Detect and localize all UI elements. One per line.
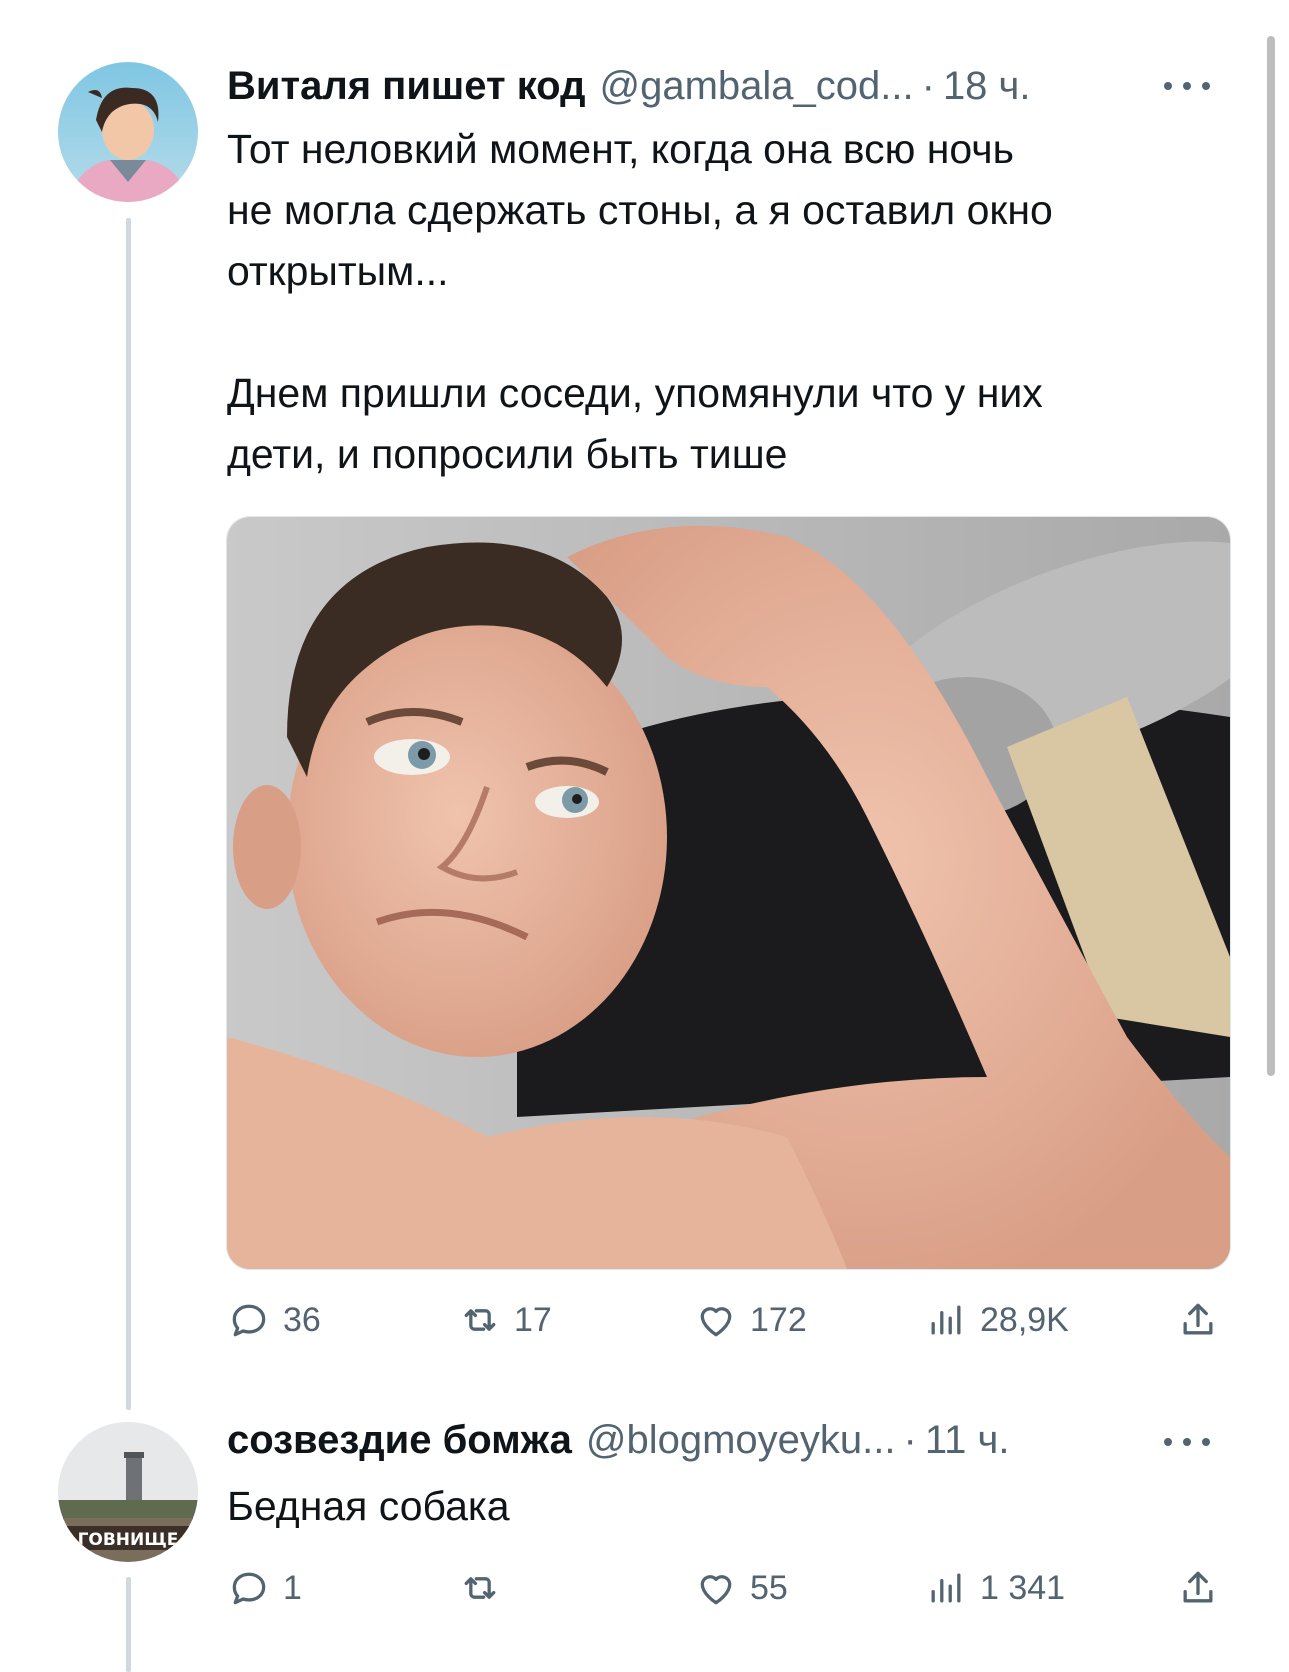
tweet-paragraph: Тот неловкий момент, когда она всю ночь … [227, 126, 1053, 294]
views-icon [931, 1305, 961, 1335]
retweet-button[interactable] [458, 1564, 514, 1612]
avatar-sign-text: ГОВНИЩЕ [78, 1530, 179, 1550]
like-button[interactable]: 172 [694, 1296, 807, 1344]
share-icon [1183, 1571, 1213, 1603]
avatar-vitalya[interactable] [58, 62, 198, 202]
thread-line-upper [126, 218, 131, 1410]
like-icon [700, 1307, 732, 1337]
tweet-2-text: Бедная собака [227, 1476, 1207, 1537]
reply-button[interactable]: 36 [227, 1296, 321, 1344]
reply-icon [232, 1572, 266, 1605]
views-button[interactable]: 28,9K [924, 1296, 1069, 1344]
tweet-time[interactable]: 11 ч. [925, 1418, 1010, 1463]
share-icon [1183, 1303, 1213, 1335]
more-horizontal-icon[interactable] [1164, 79, 1210, 93]
like-button[interactable]: 55 [694, 1564, 788, 1612]
like-count: 172 [750, 1300, 807, 1339]
tweet-time[interactable]: 18 ч. [943, 64, 1031, 109]
views-button[interactable]: 1 341 [924, 1564, 1065, 1612]
tweet-2-header: созвездие бомжа @blogmoyeyku... · 11 ч. [227, 1410, 1009, 1470]
thread-line-lower [126, 1577, 131, 1672]
tweet-paragraph: Днем пришли соседи, упомянули что у них … [227, 370, 1043, 477]
retweet-button[interactable]: 17 [458, 1296, 552, 1344]
views-count: 28,9K [980, 1300, 1069, 1339]
views-icon [931, 1573, 961, 1603]
more-horizontal-icon[interactable] [1164, 1435, 1210, 1449]
like-icon [700, 1575, 732, 1605]
tweet-media-photo[interactable] [226, 516, 1231, 1270]
retweet-icon [464, 1577, 496, 1599]
tweet-1-header: Виталя пишет код @gambala_cod... · 18 ч. [227, 56, 1031, 116]
author-name[interactable]: созвездие бомжа [227, 1418, 572, 1463]
scrollbar[interactable] [1267, 36, 1275, 1076]
reply-count: 1 [283, 1568, 302, 1607]
retweet-count: 17 [514, 1300, 552, 1339]
reply-button[interactable]: 1 [227, 1564, 302, 1612]
author-handle[interactable]: @gambala_cod... [599, 64, 913, 109]
author-name[interactable]: Виталя пишет код [227, 64, 585, 109]
separator-dot: · [921, 63, 935, 108]
separator-dot: · [903, 1417, 917, 1462]
views-count: 1 341 [980, 1568, 1066, 1607]
tweet-paragraph: Бедная собака [227, 1483, 510, 1529]
reply-icon [232, 1304, 266, 1337]
share-button[interactable] [1176, 1564, 1220, 1612]
share-button[interactable] [1176, 1296, 1220, 1344]
tweet-1-text: Тот неловкий момент, когда она всю ночь … [227, 119, 1207, 485]
retweet-icon [464, 1309, 496, 1331]
like-count: 55 [750, 1568, 788, 1607]
avatar-sozvezdie[interactable]: ГОВНИЩЕ [58, 1422, 198, 1562]
reply-count: 36 [283, 1300, 321, 1339]
author-handle[interactable]: @blogmoyeyku... [586, 1418, 896, 1463]
